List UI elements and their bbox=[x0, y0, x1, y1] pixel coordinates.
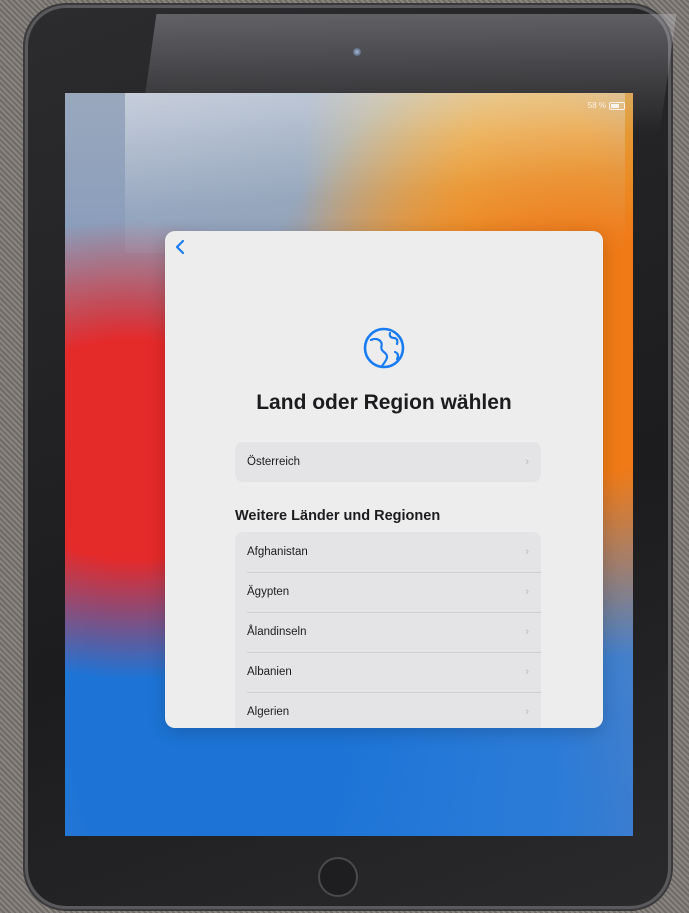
chevron-right-icon: › bbox=[525, 666, 529, 678]
list-item-label: Ålandinseln bbox=[247, 626, 307, 638]
globe-icon bbox=[363, 327, 405, 369]
list-item-label: Algerien bbox=[247, 706, 290, 718]
screen-glare bbox=[125, 93, 625, 253]
section-title: Weitere Länder und Regionen bbox=[235, 508, 441, 524]
battery-icon bbox=[609, 101, 625, 110]
suggested-region-list: Österreich › bbox=[235, 442, 541, 482]
list-item-oesterreich[interactable]: Österreich › bbox=[235, 442, 541, 482]
status-bar: 58 % bbox=[588, 101, 625, 110]
list-item-label: Österreich bbox=[247, 456, 301, 468]
setup-sheet: Land oder Region wählen Österreich › Wei… bbox=[165, 231, 603, 728]
chevron-left-icon bbox=[175, 239, 185, 255]
page-title: Land oder Region wählen bbox=[256, 391, 512, 414]
list-item-label: Afghanistan bbox=[247, 546, 308, 558]
battery-percentage: 58 % bbox=[587, 101, 606, 110]
list-item[interactable]: Afghanistan › bbox=[235, 532, 541, 572]
chevron-right-icon: › bbox=[525, 456, 529, 468]
list-item[interactable]: Albanien › bbox=[235, 652, 541, 692]
back-button[interactable] bbox=[175, 239, 185, 259]
ipad-device: 58 % Land oder Region wählen Österreich … bbox=[28, 8, 677, 906]
chevron-right-icon: › bbox=[525, 586, 529, 598]
list-item[interactable]: Ägypten › bbox=[235, 572, 541, 612]
list-item[interactable]: Algerien › bbox=[235, 692, 541, 728]
front-camera bbox=[353, 48, 361, 56]
region-list: Afghanistan › Ägypten › Ålandinseln › Al… bbox=[235, 532, 541, 728]
list-item[interactable]: Ålandinseln › bbox=[235, 612, 541, 652]
screen: 58 % Land oder Region wählen Österreich … bbox=[65, 93, 633, 836]
chevron-right-icon: › bbox=[525, 706, 529, 718]
list-item-label: Ägypten bbox=[247, 586, 290, 598]
home-button[interactable] bbox=[318, 857, 358, 897]
list-item-label: Albanien bbox=[247, 666, 292, 678]
chevron-right-icon: › bbox=[525, 546, 529, 558]
chevron-right-icon: › bbox=[525, 626, 529, 638]
